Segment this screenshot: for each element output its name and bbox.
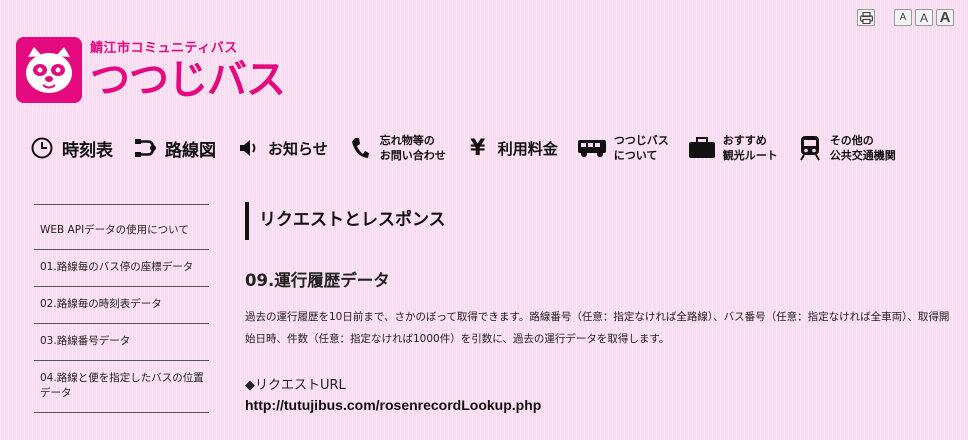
sidebar-item-timetable-data[interactable]: 02.路線毎の時刻表データ xyxy=(34,286,209,323)
nav-label: お知らせ xyxy=(268,139,328,158)
logo-subtitle: 鯖江市コミュニティバス xyxy=(90,41,238,56)
phone-icon xyxy=(346,134,374,162)
nav-label-line1: 忘れ物等の xyxy=(379,134,435,147)
section-title: リクエストとレスポンス xyxy=(245,202,960,240)
sidebar-item-bus-stop-coords[interactable]: 01.路線毎のバス停の座標データ xyxy=(34,249,209,286)
train-icon xyxy=(796,134,824,162)
yen-icon: ¥ xyxy=(470,135,486,161)
font-size-medium-button[interactable]: A xyxy=(915,9,933,26)
request-url-label: ◆リクエストURL xyxy=(245,378,346,393)
nav-label-line1: その他の xyxy=(829,134,874,147)
logo-title: つつじバス xyxy=(90,57,286,103)
page-tools: A A A xyxy=(854,9,954,26)
print-icon xyxy=(859,11,873,24)
nav-label-line2: お問い合わせ xyxy=(379,149,446,162)
print-button[interactable] xyxy=(857,9,875,26)
main-content: リクエストとレスポンス 09.運行履歴データ 過去の運行履歴を10日前まで、さか… xyxy=(245,202,960,413)
nav-item-fares[interactable]: ¥ 利用料金 xyxy=(464,134,558,162)
nav-label-line2: について xyxy=(613,149,658,162)
main-nav: 時刻表 路線図 お知らせ 忘れ物等の お問い合わせ ¥ 利用料金 つつじバス に… xyxy=(28,130,948,166)
nav-label-line1: おすすめ xyxy=(722,134,767,147)
font-size-small-button[interactable]: A xyxy=(894,9,912,26)
description-text: 過去の運行履歴を10日前まで、さかのぼって取得できます。路線番号（任意：指定なけ… xyxy=(245,311,950,345)
nav-label: 路線図 xyxy=(165,140,216,161)
nav-item-other-transit[interactable]: その他の 公共交通機関 xyxy=(796,133,896,163)
raccoon-mascot-icon xyxy=(16,37,82,103)
sidebar-item-route-number[interactable]: 03.路線番号データ xyxy=(34,323,209,360)
speaker-icon xyxy=(234,134,262,162)
route-map-icon xyxy=(131,134,159,162)
nav-label: 利用料金 xyxy=(497,139,558,158)
sidebar-menu: WEB APIデータの使用について 01.路線毎のバス停の座標データ 02.路線… xyxy=(34,204,209,413)
nav-label: 時刻表 xyxy=(62,140,113,161)
sidebar-item-api-usage[interactable]: WEB APIデータの使用について xyxy=(34,204,209,249)
nav-item-notices[interactable]: お知らせ xyxy=(234,134,328,162)
nav-label-line2: 観光ルート xyxy=(722,149,778,162)
nav-item-about-bus[interactable]: つつじバス について xyxy=(576,133,669,163)
nav-item-route-map[interactable]: 路線図 xyxy=(131,134,216,162)
nav-item-timetable[interactable]: 時刻表 xyxy=(28,134,113,162)
nav-label-line1: つつじバス xyxy=(613,134,669,147)
nav-label-line2: 公共交通機関 xyxy=(829,149,896,162)
bus-icon xyxy=(576,134,608,162)
suitcase-icon xyxy=(687,134,717,162)
font-size-large-button[interactable]: A xyxy=(936,9,954,26)
clock-icon xyxy=(28,134,56,162)
site-logo[interactable]: 鯖江市コミュニティバス つつじバス xyxy=(16,37,286,104)
request-url[interactable]: http://tutujibus.com/rosenrecordLookup.p… xyxy=(245,397,960,413)
page-subtitle: 09.運行履歴データ xyxy=(245,271,390,290)
nav-item-lost-found[interactable]: 忘れ物等の お問い合わせ xyxy=(346,133,446,163)
sidebar-item-bus-position[interactable]: 04.路線と便を指定したバスの位置データ xyxy=(34,360,209,413)
nav-item-tour-route[interactable]: おすすめ 観光ルート xyxy=(687,133,778,163)
